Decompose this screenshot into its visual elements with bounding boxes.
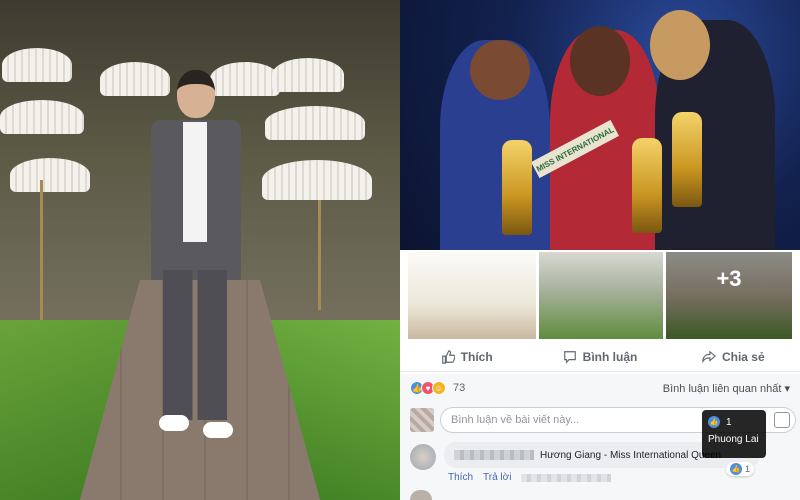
blurred-timestamp [521, 474, 612, 482]
more-photos-count: +3 [716, 266, 742, 291]
comment-like-badge[interactable]: 👍 1 [725, 462, 754, 476]
comment-like-link[interactable]: Thích [448, 472, 473, 483]
photo-man-in-suit[interactable] [0, 0, 400, 500]
tooltip-count: 1 [726, 416, 732, 428]
umbrella [265, 106, 365, 140]
haha-reaction-icon: ☺ [432, 381, 446, 395]
commenter-avatar[interactable] [410, 444, 436, 470]
sticker-icon[interactable] [774, 412, 790, 428]
umbrella [262, 160, 372, 200]
speech-bubble-icon [563, 350, 576, 364]
umbrella [2, 48, 72, 82]
head [470, 40, 530, 100]
trophy [502, 140, 532, 235]
comment-sort-dropdown[interactable]: Bình luận liên quan nhất ▾ [663, 382, 790, 395]
post-action-bar: Thích Bình luận Chia sẻ [400, 342, 800, 372]
thumbnail-more[interactable]: +3 [666, 252, 792, 339]
comment-reply-link[interactable]: Trả lời [483, 472, 511, 483]
share-label: Chia sẻ [721, 349, 765, 364]
comment-like-count: 1 [744, 464, 750, 474]
comment-text: Hương Giang - Miss International Queen [540, 449, 722, 461]
comment-actions: Thích Trả lời [448, 472, 612, 483]
like-icon: 👍 [708, 416, 720, 428]
reaction-count[interactable]: 73 [453, 382, 465, 394]
thumbnail-garden[interactable] [539, 252, 663, 339]
like-icon: 👍 [729, 463, 742, 475]
tooltip-header: 👍 1 [708, 416, 760, 428]
commenter-name-blurred [454, 450, 534, 460]
share-button[interactable]: Chia sẻ [667, 350, 800, 364]
trophy [672, 112, 702, 207]
thumbnail-lobby[interactable] [408, 252, 536, 339]
reactions-tooltip: 👍 1 Phuong Lai [702, 410, 766, 458]
trophy [632, 138, 662, 233]
comment-button[interactable]: Bình luận [533, 350, 666, 364]
avatar [410, 408, 434, 432]
man-in-suit [145, 70, 245, 450]
photo-pageant-crowning[interactable]: MISS INTERNATIONAL [400, 0, 800, 250]
head [650, 10, 710, 80]
umbrella [0, 100, 84, 134]
umbrella-pole [40, 180, 43, 320]
like-label: Thích [460, 349, 493, 364]
thumbs-up-icon [441, 349, 455, 364]
comment-label: Bình luận [582, 349, 638, 364]
facebook-post-screenshot: MISS INTERNATIONAL +3 Thích Bình luận Ch… [0, 0, 800, 500]
tooltip-name: Phuong Lai [708, 434, 759, 445]
like-button[interactable]: Thích [400, 350, 533, 364]
head [570, 26, 630, 96]
reaction-icons[interactable]: 👍 ♥ ☺ [410, 381, 446, 395]
umbrella [10, 158, 90, 192]
umbrella [272, 58, 344, 92]
share-arrow-icon [702, 350, 716, 363]
umbrella-pole [318, 200, 321, 310]
reactions-summary: 👍 ♥ ☺ 73 Bình luận liên quan nhất ▾ [400, 374, 800, 402]
